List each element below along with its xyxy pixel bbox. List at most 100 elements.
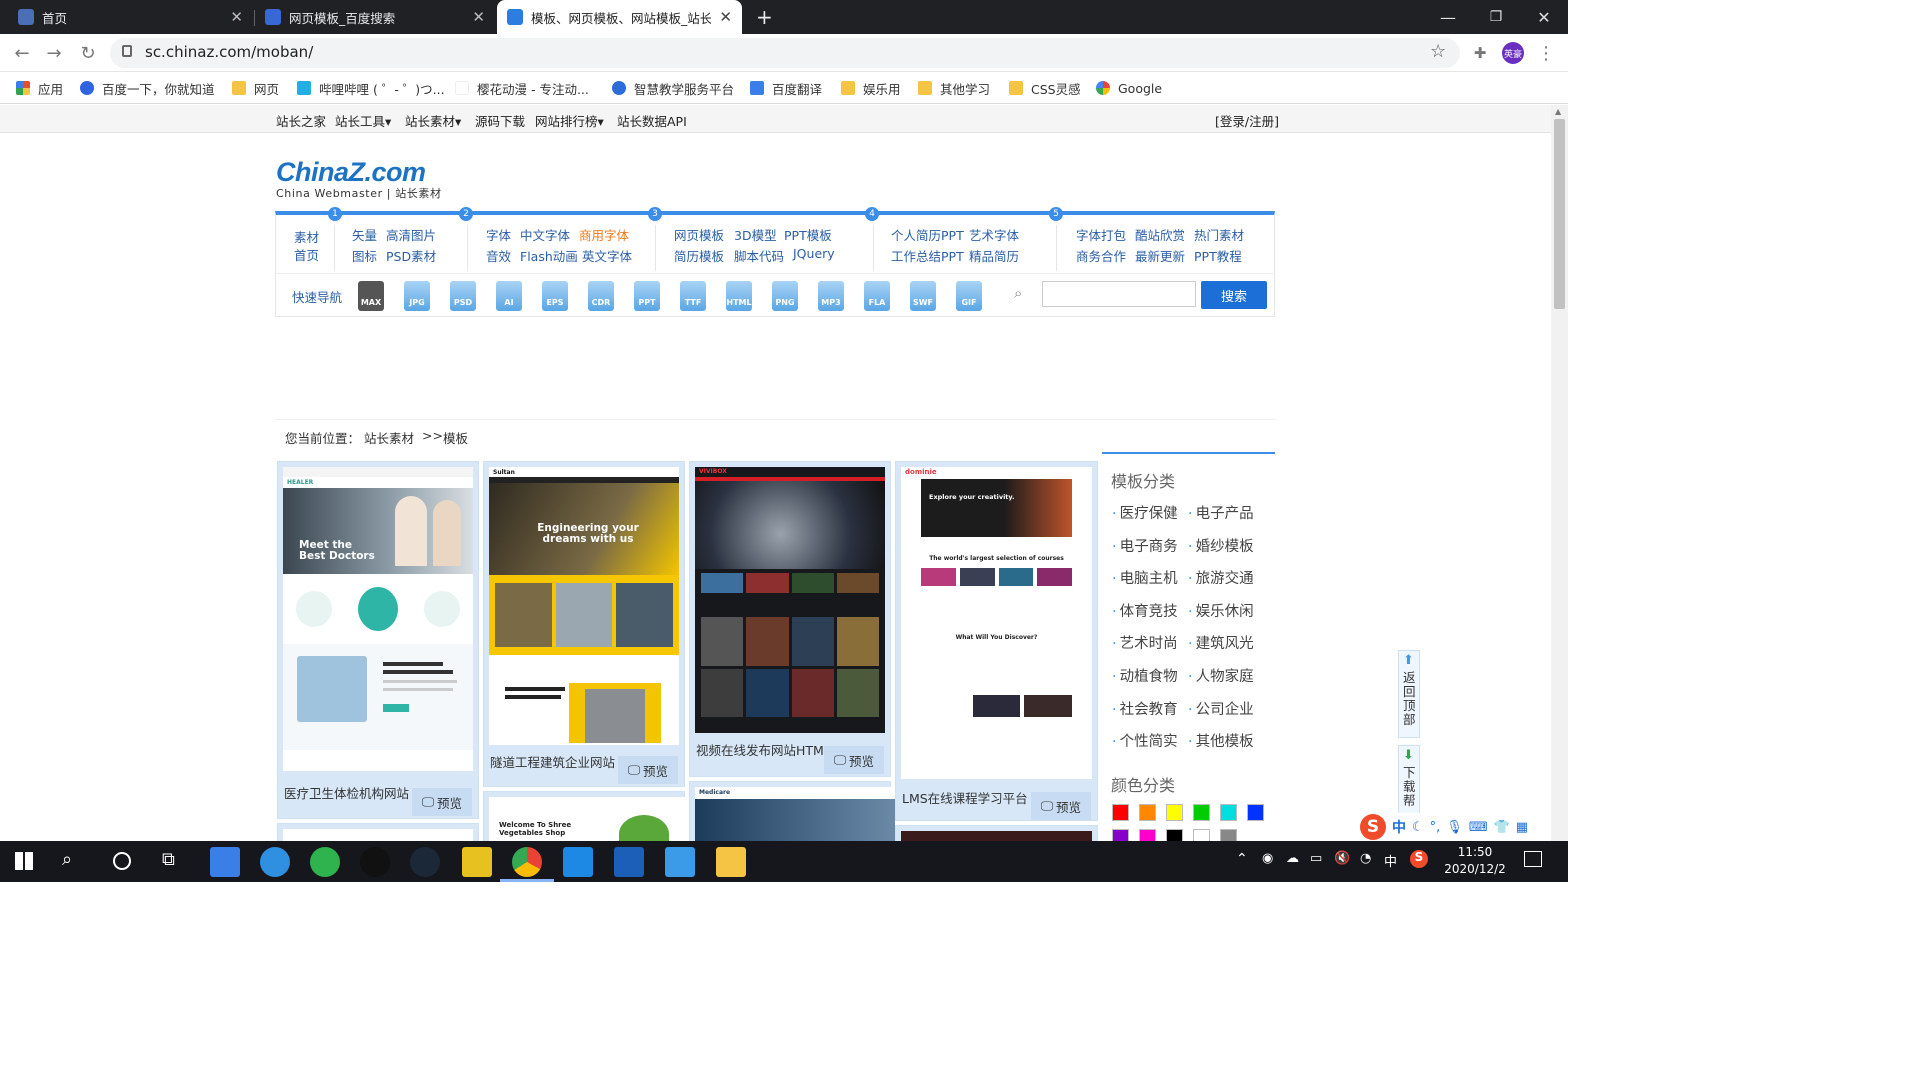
bookmark-folder-study[interactable]: 其他学习 [918, 78, 990, 98]
material-home-link-line2[interactable]: 首页 [294, 245, 319, 264]
preview-button[interactable]: 🖵 预览 [618, 756, 678, 784]
color-swatch[interactable] [1112, 804, 1129, 821]
cat-business[interactable]: 商务合作 [1076, 246, 1126, 265]
feishu-paper-plane-icon[interactable] [260, 847, 290, 877]
cat-vector[interactable]: 矢量 [352, 225, 377, 244]
system-clock[interactable]: 11:50 2020/12/2 [1444, 844, 1506, 878]
tab-home[interactable]: 首页 ✕ [8, 0, 253, 34]
cat-commercial-fonts[interactable]: 商用字体 [579, 225, 629, 244]
search-icon[interactable]: ⌕ [62, 849, 72, 870]
sogou-ime-toolbar[interactable]: S 中 ☾ °, 🎙 ⌨ 👕 ▦ [1358, 813, 1548, 841]
color-swatch[interactable] [1112, 829, 1129, 841]
page-scrollbar[interactable]: ▲ [1551, 105, 1568, 841]
sidebar-category-item[interactable]: 人物家庭 [1188, 665, 1254, 686]
grid-menu-icon[interactable]: ▦ [1516, 820, 1528, 835]
sidebar-category-item[interactable]: 体育竞技 [1112, 600, 1178, 621]
sidebar-category-item[interactable]: 医疗保健 [1112, 502, 1178, 523]
sidebar-category-item[interactable]: 电子商务 [1112, 535, 1178, 556]
onedrive-cloud-icon[interactable]: ☁ [1286, 851, 1299, 866]
template-title[interactable]: 视频在线发布网站HTML [696, 740, 831, 759]
template-card-partial[interactable] [895, 825, 1098, 841]
sidebar-category-item[interactable]: 艺术时尚 [1112, 632, 1178, 653]
preview-button[interactable]: 🖵 预览 [824, 746, 884, 774]
template-card-partial[interactable] [277, 823, 479, 841]
qq-penguin-icon[interactable] [360, 847, 390, 877]
login-register-link[interactable]: [登录/注册] [1215, 111, 1279, 130]
template-card-vegetables[interactable]: Welcome To Shree Vegetables Shop [483, 791, 689, 841]
control-panel-icon[interactable] [210, 847, 240, 877]
cat-ppt-tutorial[interactable]: PPT教程 [1194, 246, 1242, 265]
template-title[interactable]: 隧道工程建筑企业网站 [490, 752, 615, 771]
sidebar-category-item[interactable]: 其他模板 [1188, 730, 1254, 751]
template-card-lms[interactable]: dominie Explore your creativity. The wor… [895, 461, 1098, 821]
sogou-tray-icon[interactable]: S [1410, 850, 1428, 868]
new-tab-button[interactable]: + [750, 0, 780, 34]
sidebar-category-item[interactable]: 旅游交通 [1188, 567, 1254, 588]
nav-site-ranking[interactable]: 网站排行榜▾ [535, 111, 604, 130]
template-title[interactable]: LMS在线课程学习平台 [902, 788, 1028, 807]
color-swatch[interactable] [1139, 804, 1156, 821]
cat-flash[interactable]: Flash动画 [520, 246, 578, 265]
cat-resume-ppt[interactable]: 个人简历PPT [891, 225, 964, 244]
format-ai-icon[interactable]: AI [496, 281, 522, 311]
nav-chinaz-home[interactable]: 站长之家 [276, 111, 326, 130]
sidebar-category-item[interactable]: 电脑主机 [1112, 567, 1178, 588]
bookmark-smart-teaching[interactable]: 智慧教学服务平台 [612, 78, 734, 98]
sidebar-category-item[interactable]: 建筑风光 [1188, 632, 1254, 653]
search-button[interactable]: 搜索 [1201, 281, 1267, 309]
template-thumbnail[interactable]: Sultan Engineering your dreams with us [489, 467, 679, 745]
template-card-medical[interactable]: HEALER Meet the Best Doctors 医疗卫生体检机构网站 [277, 461, 479, 819]
bookmark-folder-entertainment[interactable]: 娱乐用 [841, 78, 901, 98]
cat-fonts[interactable]: 字体 [486, 225, 511, 244]
star-bookmark-icon[interactable]: ☆ [1430, 41, 1446, 62]
color-swatch[interactable] [1193, 829, 1210, 841]
shirt-skin-icon[interactable]: 👕 [1494, 820, 1510, 835]
template-card-medicare[interactable]: Medicare [689, 781, 895, 841]
format-max-icon[interactable]: MAX [358, 281, 384, 311]
template-thumbnail[interactable] [283, 829, 473, 841]
preview-button[interactable]: 🖵 预览 [412, 788, 472, 816]
bookmark-folder-css[interactable]: CSS灵感 [1009, 78, 1081, 98]
chinaz-logo[interactable]: ChinaZ.com China Webmaster | 站长素材 [276, 157, 442, 201]
scrollbar-thumb[interactable] [1554, 119, 1565, 309]
cat-sound[interactable]: 音效 [486, 246, 511, 265]
format-ttf-icon[interactable]: TTF [680, 281, 706, 311]
nav-webmaster-material[interactable]: 站长素材▾ [405, 111, 461, 130]
preview-button[interactable]: 🖵 预览 [1031, 792, 1091, 820]
format-eps-icon[interactable]: EPS [542, 281, 568, 311]
template-thumbnail[interactable] [901, 831, 1092, 841]
close-icon[interactable]: ✕ [719, 8, 732, 26]
template-thumbnail[interactable]: dominie Explore your creativity. The wor… [901, 467, 1092, 779]
extensions-puzzle-icon[interactable]: ✚ [1468, 41, 1492, 65]
cat-work-summary-ppt[interactable]: 工作总结PPT [891, 246, 964, 265]
cat-web-templates[interactable]: 网页模板 [674, 225, 724, 244]
format-psd-icon[interactable]: PSD [450, 281, 476, 311]
cat-premium-resume[interactable]: 精品简历 [969, 246, 1019, 265]
sidebar-category-item[interactable]: 动植食物 [1112, 665, 1178, 686]
template-card-video[interactable]: VIVIBOX 视频在线发布网站HTML 🖵 预览 [689, 461, 891, 777]
material-home-link[interactable]: 素材 [294, 227, 319, 246]
ime-indicator[interactable]: 中 [1384, 851, 1397, 870]
profile-avatar[interactable]: 英豪 [1502, 42, 1524, 64]
reload-icon[interactable]: ↻ [76, 41, 100, 65]
cat-art-fonts[interactable]: 艺术字体 [969, 225, 1019, 244]
cat-ppt-templates[interactable]: PPT模板 [784, 225, 832, 244]
visual-editor-icon[interactable] [614, 847, 644, 877]
close-icon[interactable]: ✕ [472, 8, 485, 26]
bookmark-apps[interactable]: 应用 [16, 78, 63, 98]
sidebar-category-item[interactable]: 公司企业 [1188, 698, 1254, 719]
back-arrow-icon[interactable]: ← [10, 41, 34, 65]
restore-button[interactable]: ❐ [1472, 0, 1520, 34]
moon-icon[interactable]: ☾ [1412, 820, 1424, 835]
battery-icon[interactable]: ▭ [1310, 851, 1322, 866]
template-thumbnail[interactable]: HEALER Meet the Best Doctors [283, 467, 473, 771]
format-ppt-icon[interactable]: PPT [634, 281, 660, 311]
nav-data-api[interactable]: 站长数据API [617, 111, 687, 130]
color-swatch[interactable] [1139, 829, 1156, 841]
tab-baidu-search[interactable]: 网页模板_百度搜索 ✕ [255, 0, 495, 34]
breadcrumb-material-link[interactable]: 站长素材 [364, 428, 414, 447]
cat-jquery[interactable]: JQuery [793, 246, 835, 261]
nav-webmaster-tools[interactable]: 站长工具▾ [335, 111, 391, 130]
task-view-icon[interactable]: ⧉ [162, 849, 175, 870]
cat-latest[interactable]: 最新更新 [1135, 246, 1185, 265]
